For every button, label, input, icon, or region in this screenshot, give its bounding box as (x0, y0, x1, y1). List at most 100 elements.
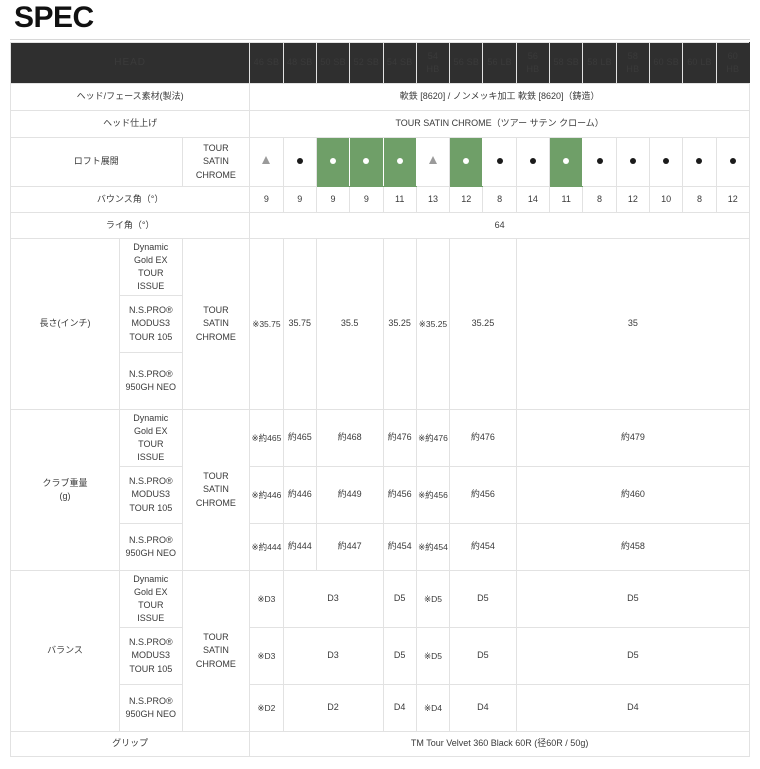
col-line1: 48 SB (286, 57, 313, 68)
column-header: 56 LB (482, 42, 517, 84)
cell-weight: 約458 (515, 523, 751, 571)
shaft-name: N.S.PRO® 950GH NEO (119, 684, 183, 732)
loft-marker-cell (515, 137, 551, 187)
weight-label-line1: クラブ重量 (42, 477, 88, 488)
row-label-material: ヘッド/フェース素材(製法) (9, 83, 251, 111)
cell-length: ※35.25 (415, 238, 451, 410)
shaft-name: Dynamic Gold EX TOUR ISSUE (119, 570, 183, 628)
cell-balance: ※D5 (415, 570, 451, 628)
column-header: 58 SB (549, 42, 584, 84)
dot-icon (363, 158, 370, 165)
cell-weight: 約456 (382, 466, 417, 524)
cell-length: 35.5 (315, 238, 384, 410)
dot-icon (463, 158, 470, 165)
cell-balance: D3 (282, 627, 384, 685)
cell-balance: D3 (282, 570, 384, 628)
dot-icon (396, 158, 403, 165)
col-line2: HB (726, 64, 740, 74)
column-header: 54 SB (382, 42, 417, 84)
cell-length: 35.25 (382, 238, 417, 410)
cell-balance: D5 (382, 627, 417, 685)
cell-bounce: 8 (482, 186, 517, 213)
cell-weight: ※約456 (415, 466, 451, 524)
loft-marker-cell (682, 137, 717, 187)
dot-icon (330, 158, 337, 165)
col-line1: 56 LB (487, 57, 512, 68)
column-header: 60 SB (648, 42, 684, 84)
row-material: ヘッド/フェース素材(製法) 軟鉄 [8620] / ノンメッキ加工 軟鉄 [8… (9, 83, 750, 111)
cell-weight: 約479 (515, 409, 751, 467)
row-bounce: バウンス角（°） 9 9 9 9 11 13 12 8 14 11 8 12 1… (9, 186, 751, 213)
shaft-name: N.S.PRO® 950GH NEO (119, 523, 183, 571)
cell-bounce: 11 (382, 186, 417, 213)
row-weight-2: N.S.PRO® MODUS3 TOUR 105 ※約446 約446 約449 約… (11, 466, 751, 524)
col-line2: HB (626, 64, 640, 74)
loft-marker-cell (549, 137, 584, 187)
cell-weight: 約456 (449, 466, 517, 524)
cell-length: ※35.75 (249, 238, 284, 410)
cell-bounce: 9 (349, 186, 384, 213)
cell-length: 35.75 (282, 238, 317, 410)
spec-table: HEAD 46 SB 48 SB 50 SB 52 SB 54 SB 54 HB … (9, 42, 751, 757)
cell-weight: 約476 (449, 409, 517, 467)
shaft-name: Dynamic Gold EX TOUR ISSUE (119, 409, 183, 467)
column-header: 58 HB (615, 42, 651, 84)
cell-bounce: 14 (515, 186, 551, 213)
cell-bounce: 12 (715, 186, 751, 213)
cell-weight: ※約476 (415, 409, 451, 467)
col-line1: 58 SB (553, 57, 579, 68)
column-header: 50 SB (315, 42, 351, 84)
cell-balance: D5 (515, 627, 751, 685)
row-label-lie: ライ角（°） (9, 212, 251, 239)
loft-marker-cell (282, 137, 317, 187)
col-line1: 60 LB (687, 57, 712, 68)
col-line1: 52 SB (353, 57, 380, 68)
column-header: 48 SB (282, 42, 317, 84)
column-header: 54 HB (415, 42, 451, 84)
row-finish: ヘッド仕上げ TOUR SATIN CHROME（ツアー サテン クローム） (9, 110, 750, 138)
dot-icon (596, 158, 603, 165)
cell-grip-value: TM Tour Velvet 360 Black 60R (径60R / 50g… (249, 731, 750, 757)
cell-weight: ※約444 (249, 523, 284, 571)
dot-icon (563, 158, 570, 165)
cell-balance: D5 (449, 627, 517, 685)
dot-icon (696, 158, 703, 165)
loft-marker-cell (382, 137, 417, 187)
cell-balance: ※D2 (249, 684, 284, 732)
cell-bounce: 8 (682, 186, 717, 213)
cell-balance-finish: TOUR SATIN CHROME (181, 570, 251, 732)
col-line1: 54 (427, 50, 439, 61)
loft-marker-cell (449, 137, 484, 187)
cell-bounce: 12 (615, 186, 651, 213)
cell-balance: D2 (282, 684, 384, 732)
col-line1: 54 SB (386, 57, 413, 68)
col-line1: 46 SB (253, 57, 280, 68)
column-header: 60 LB (682, 42, 717, 84)
cell-weight: 約476 (382, 409, 417, 467)
row-label-bounce: バウンス角（°） (9, 186, 251, 213)
col-line1: 56 SB (453, 57, 480, 68)
cell-bounce: 9 (315, 186, 351, 213)
row-balance-1: バランス Dynamic Gold EX TOUR ISSUE TOUR SATIN CH… (9, 570, 751, 732)
table-header: HEAD 46 SB 48 SB 50 SB 52 SB 54 SB 54 HB … (9, 42, 751, 84)
column-header: 52 SB (349, 42, 384, 84)
col-line1: 58 (627, 50, 639, 61)
cell-weight: ※約446 (249, 466, 284, 524)
row-balance-3: N.S.PRO® 950GH NEO ※D2 D2 D4 ※D4 D4 D4 (11, 684, 751, 732)
cell-balance: D5 (382, 570, 417, 628)
dot-icon (529, 158, 536, 165)
cell-finish-value: TOUR SATIN CHROME（ツアー サテン クローム） (249, 110, 750, 138)
col-line2: HB (426, 64, 440, 74)
dot-icon (729, 158, 736, 165)
cell-weight: 約454 (382, 523, 417, 571)
cell-length-finish: TOUR SATIN CHROME (181, 238, 251, 410)
cell-balance: D4 (515, 684, 751, 732)
row-label-grip: グリップ (9, 731, 251, 757)
shaft-name: N.S.PRO® MODUS3 TOUR 105 (119, 466, 183, 524)
cell-weight: 約449 (315, 466, 384, 524)
cell-weight: 約446 (282, 466, 317, 524)
loft-marker-cell (249, 137, 284, 187)
loft-marker-cell (715, 137, 751, 187)
cell-lie-value: 64 (249, 212, 750, 239)
cell-weight: 約468 (315, 409, 384, 467)
